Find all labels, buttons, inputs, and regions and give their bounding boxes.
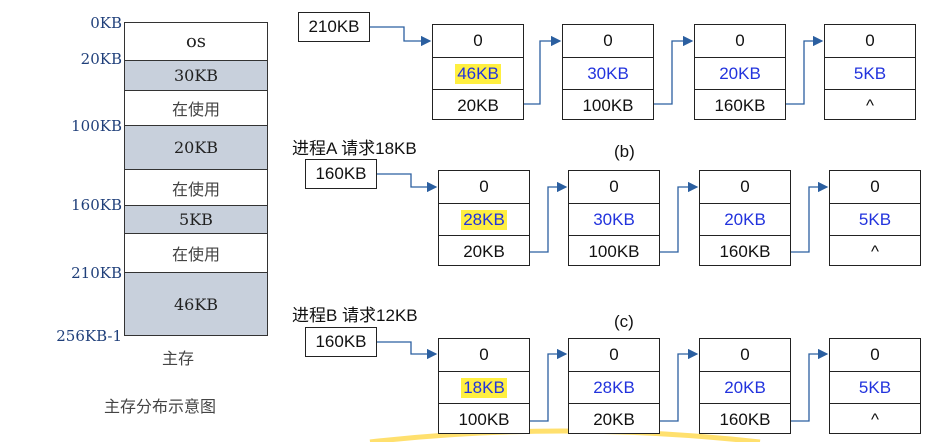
node-next: 100KB — [569, 235, 659, 267]
node-size: 5KB — [830, 203, 920, 235]
list-node: 0 5KB ^ — [829, 170, 921, 266]
list-node: 0 5KB ^ — [824, 24, 916, 120]
subfigure-label: (c) — [614, 312, 634, 331]
node-flag: 0 — [870, 345, 880, 364]
request-label: 进程A 请求18KB — [292, 139, 417, 158]
node-next: 160KB — [700, 403, 790, 435]
node-size: 18KB — [439, 371, 529, 403]
node-next: 160KB — [700, 235, 790, 267]
node-flag: 0 — [735, 31, 745, 50]
node-size-highlight: 18KB — [461, 377, 507, 398]
node-size: 46KB — [433, 57, 523, 89]
node-flag: 0 — [740, 345, 750, 364]
node-next: 100KB — [439, 403, 529, 435]
node-flag: 0 — [603, 31, 613, 50]
list-node: 0 30KB 100KB — [562, 24, 654, 120]
list-head-pointer: 210KB — [298, 12, 370, 42]
node-flag: 0 — [479, 345, 489, 364]
node-size: 30KB — [569, 203, 659, 235]
node-size: 20KB — [700, 371, 790, 403]
node-flag: 0 — [865, 31, 875, 50]
node-size: 28KB — [569, 371, 659, 403]
node-next: 160KB — [695, 89, 785, 121]
list-node: 0 5KB ^ — [829, 338, 921, 434]
node-size: 5KB — [830, 371, 920, 403]
list-head-pointer: 160KB — [305, 159, 377, 189]
node-next: 20KB — [569, 403, 659, 435]
node-size: 20KB — [700, 203, 790, 235]
node-flag: 0 — [870, 177, 880, 196]
node-size-highlight: 46KB — [455, 63, 501, 84]
list-node: 0 20KB 160KB — [694, 24, 786, 120]
list-node: 0 20KB 160KB — [699, 170, 791, 266]
node-next: ^ — [830, 235, 920, 267]
node-next: 20KB — [433, 89, 523, 121]
node-flag: 0 — [473, 31, 483, 50]
node-size: 28KB — [439, 203, 529, 235]
node-flag: 0 — [479, 177, 489, 196]
list-node: 0 46KB 20KB — [432, 24, 524, 120]
list-node: 0 28KB 20KB — [568, 338, 660, 434]
node-size: 20KB — [695, 57, 785, 89]
node-flag: 0 — [609, 345, 619, 364]
request-label: 进程B 请求12KB — [292, 306, 418, 325]
node-next: 20KB — [439, 235, 529, 267]
list-head-pointer: 160KB — [305, 327, 377, 357]
node-next: 100KB — [563, 89, 653, 121]
node-flag: 0 — [740, 177, 750, 196]
list-node: 0 18KB 100KB — [438, 338, 530, 434]
subfigure-label: (b) — [614, 142, 635, 161]
list-node: 0 28KB 20KB — [438, 170, 530, 266]
node-next: ^ — [830, 403, 920, 435]
list-node: 0 30KB 100KB — [568, 170, 660, 266]
node-size: 30KB — [563, 57, 653, 89]
node-next: ^ — [825, 89, 915, 121]
node-size-highlight: 28KB — [461, 209, 507, 230]
node-flag: 0 — [609, 177, 619, 196]
list-node: 0 20KB 160KB — [699, 338, 791, 434]
node-size: 5KB — [825, 57, 915, 89]
